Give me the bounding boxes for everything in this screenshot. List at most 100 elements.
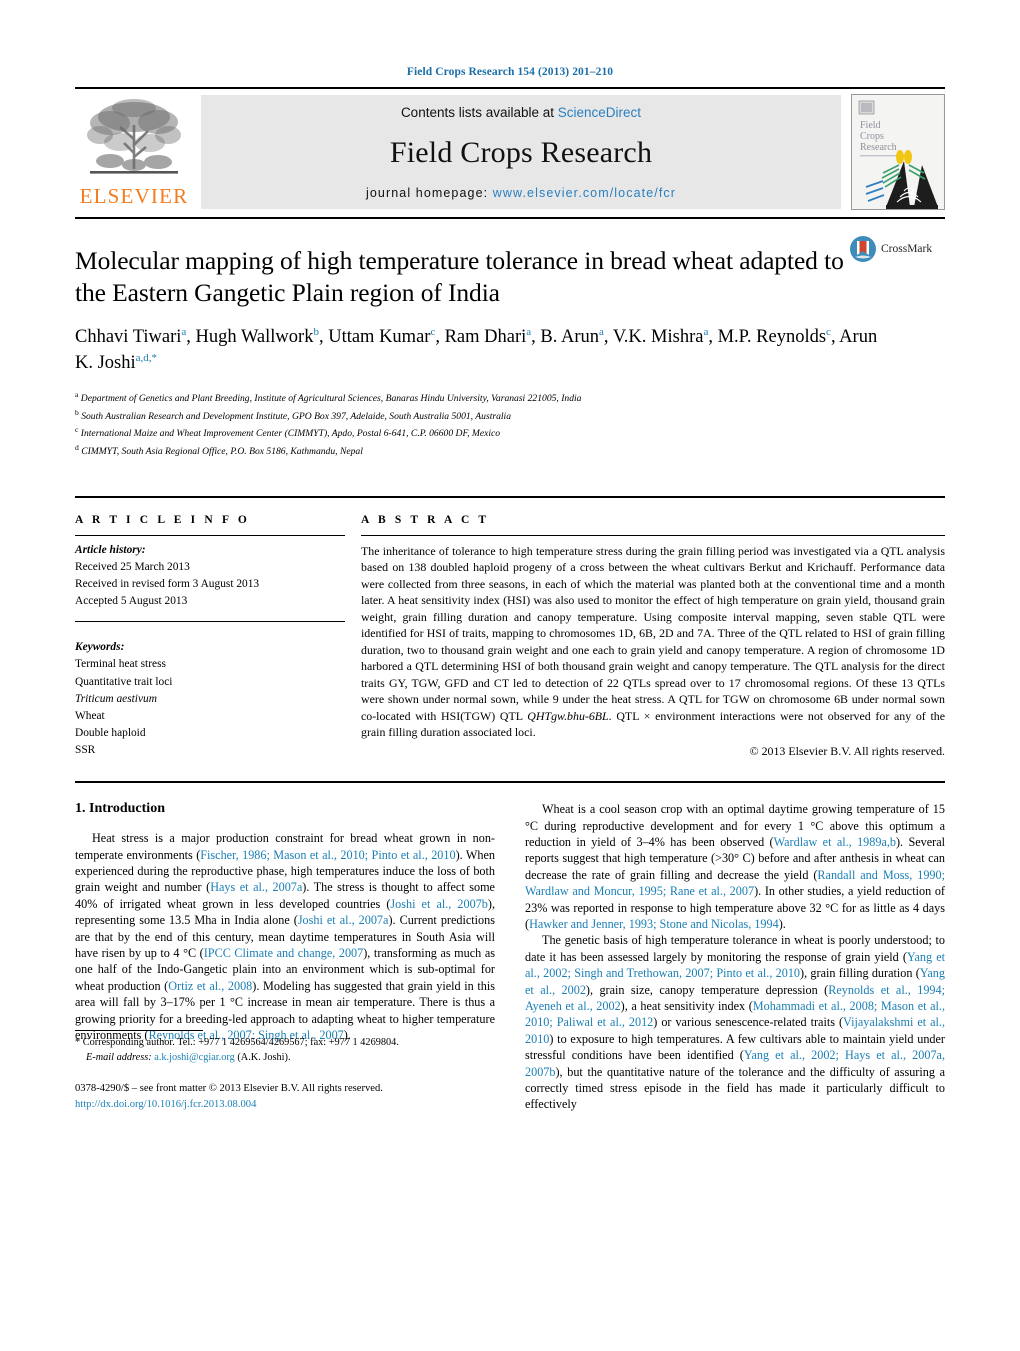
body-columns: 1. Introduction Heat stress is a major p…: [75, 781, 945, 1113]
homepage-url-link[interactable]: www.elsevier.com/locate/fcr: [493, 186, 676, 200]
crossmark-label: CrossMark: [881, 243, 933, 255]
keywords-items: Terminal heat stress Quantitative trait l…: [75, 656, 345, 759]
keywords-block: Keywords: Terminal heat stress Quantitati…: [75, 633, 345, 759]
journal-article-page: Field Crops Research 154 (2013) 201–210: [0, 0, 1020, 1351]
article-info-column: A R T I C L E I N F O Article history: R…: [75, 514, 361, 759]
citation-link[interactable]: Ortiz et al., 2008: [168, 979, 252, 993]
article-info-rule-mid: [75, 621, 345, 623]
abstract-heading: A B S T R A C T: [361, 513, 490, 526]
body-paragraph: Heat stress is a major production constr…: [75, 831, 495, 1043]
citation-link[interactable]: Hays et al., 2007a: [210, 880, 302, 894]
journal-homepage-line: journal homepage: www.elsevier.com/locat…: [366, 186, 676, 200]
citation-link[interactable]: Randall and Moss, 1990; Wardlaw and Monc…: [525, 868, 945, 898]
doi-link[interactable]: http://dx.doi.org/10.1016/j.fcr.2013.08.…: [75, 1097, 495, 1113]
article-history-item: Received 25 March 2013: [75, 561, 190, 574]
body-paragraph: The genetic basis of high temperature to…: [525, 933, 945, 1112]
abstract-column: A B S T R A C T The inheritance of toler…: [361, 514, 945, 759]
keyword-item: Quantitative trait loci: [75, 675, 173, 688]
keyword-item: Triticum aestivum: [75, 692, 157, 705]
homepage-label: journal homepage:: [365, 186, 489, 200]
author-name: Chhavi Tiwari: [75, 327, 182, 348]
author-affil-mark: a: [181, 326, 187, 339]
corresponding-mark: *: [75, 1037, 81, 1049]
introduction-heading: 1. Introduction: [75, 801, 165, 817]
article-info-heading: A R T I C L E I N F O: [75, 513, 250, 526]
author-name: Uttam Kumar: [328, 327, 431, 348]
author-affil-mark: a,d,*: [135, 351, 158, 364]
author-affil-mark: a: [599, 326, 604, 339]
author-affil-mark: c: [826, 326, 831, 339]
email-suffix: (A.K. Joshi).: [237, 1052, 291, 1064]
citation-link[interactable]: Fischer, 1986; Mason et al., 2010; Pinto…: [200, 848, 455, 862]
abstract-text: The inheritance of tolerance to high tem…: [361, 543, 945, 740]
issn-block: 0378-4290/$ – see front matter © 2013 El…: [75, 1081, 495, 1113]
author-name: Hugh Wallwork: [195, 327, 314, 348]
author-name: V.K. Mishra: [612, 327, 704, 348]
article-history-item: Received in revised form 3 August 2013: [75, 578, 260, 591]
citation-link[interactable]: Yang et al., 2002; Singh and Trethowan, …: [525, 950, 945, 980]
author-list: Chhavi Tiwaria, Hugh Wallworkb, Uttam Ku…: [75, 326, 878, 373]
svg-text:Crops: Crops: [860, 131, 884, 142]
masthead-center-panel: Contents lists available at ScienceDirec…: [201, 95, 841, 209]
contents-available-line: Contents lists available at ScienceDirec…: [401, 105, 641, 120]
copyright-line: © 2013 Elsevier B.V. All rights reserved…: [749, 743, 945, 758]
citation-link[interactable]: IPCC Climate and change, 2007: [204, 946, 364, 960]
keyword-item: Wheat: [75, 709, 105, 722]
keyword-item: Terminal heat stress: [75, 658, 166, 671]
issn-line: 0378-4290/$ – see front matter © 2013 El…: [75, 1083, 383, 1095]
elsevier-wordmark: ELSEVIER: [79, 184, 189, 208]
elsevier-tree-icon: [87, 99, 181, 174]
author-name: M.P. Reynolds: [717, 327, 827, 348]
body-column-right: Wheat is a cool season crop with an opti…: [525, 801, 945, 1113]
qtl-name: QHTgw.bhu-6BL: [527, 708, 609, 723]
svg-text:Field: Field: [860, 120, 881, 131]
keyword-item: SSR: [75, 744, 96, 757]
journal-masthead: ELSEVIER Contents lists available at Sci…: [75, 87, 945, 217]
email-label: E-mail address:: [86, 1052, 152, 1064]
affiliation-item: c International Maize and Wheat Improvem…: [75, 425, 501, 440]
title-block: CrossMark Molecular mapping of high temp…: [75, 217, 945, 460]
citation-link[interactable]: Joshi et al., 2007b: [390, 897, 487, 911]
author-name: Ram Dhari: [444, 327, 527, 348]
introduction-left-paragraphs: Heat stress is a major production constr…: [75, 830, 495, 1043]
page-title: Molecular mapping of high temperature to…: [75, 246, 844, 308]
journal-cover-thumbnail: Field Crops Research: [851, 94, 945, 210]
author-affil-mark: a: [526, 326, 532, 339]
crossmark-badge[interactable]: CrossMark: [849, 235, 945, 263]
elsevier-logo: ELSEVIER: [75, 89, 193, 217]
citation-link[interactable]: Wardlaw et al., 1989a,b: [774, 835, 896, 849]
citation-link[interactable]: Yang et al., 2002; Hays et al., 2007a, 2…: [525, 1048, 945, 1078]
journal-title: Field Crops Research: [389, 136, 653, 169]
corresponding-author-note: * Corresponding author. Tel.: +977 1 426…: [75, 1036, 495, 1066]
affiliation-item: d CIMMYT, South Asia Regional Office, P.…: [75, 443, 363, 458]
citation-link[interactable]: Joshi et al., 2007a: [298, 913, 389, 927]
journal-cover-art: Field Crops Research: [852, 95, 942, 209]
affiliation-item: a Department of Genetics and Plant Breed…: [75, 389, 582, 405]
citation-link[interactable]: Hawker and Jenner, 1993; Stone and Nicol…: [529, 917, 779, 931]
article-history-items: Received 25 March 2013 Received in revise…: [75, 559, 345, 610]
body-paragraph: Wheat is a cool season crop with an opti…: [525, 802, 946, 931]
introduction-right-paragraphs: Wheat is a cool season crop with an opti…: [525, 801, 945, 1113]
corresponding-text: Corresponding author. Tel.: +977 1 42695…: [82, 1037, 399, 1049]
info-abstract-section: A R T I C L E I N F O Article history: R…: [75, 495, 945, 759]
author-affil-mark: a: [703, 326, 709, 339]
sciencedirect-link[interactable]: ScienceDirect: [558, 105, 641, 120]
contents-prefix: Contents lists available at: [400, 105, 558, 120]
article-history-label: Article history:: [75, 543, 146, 556]
article-history-block: Article history: Received 25 March 2013 R…: [75, 536, 345, 610]
svg-text:Research: Research: [860, 142, 897, 153]
running-head: Field Crops Research 154 (2013) 201–210: [406, 66, 614, 78]
article-history-item: Accepted 5 August 2013: [75, 595, 188, 608]
author-affil-mark: c: [430, 326, 436, 339]
affiliation-item: b South Australian Research and Developm…: [75, 407, 512, 422]
author-name: B. Arun: [540, 327, 600, 348]
footnote-area: * Corresponding author. Tel.: +977 1 426…: [75, 1030, 495, 1113]
affiliation-list: a Department of Genetics and Plant Breed…: [75, 389, 945, 460]
crossmark-icon: [850, 236, 876, 262]
footnote-rule: [75, 1030, 203, 1032]
author-affil-mark: b: [313, 326, 319, 339]
body-column-left: 1. Introduction Heat stress is a major p…: [75, 801, 495, 1113]
email-link[interactable]: a.k.joshi@cgiar.org: [154, 1052, 235, 1063]
keywords-label: Keywords:: [75, 641, 125, 654]
keyword-item: Double haploid: [75, 726, 146, 739]
